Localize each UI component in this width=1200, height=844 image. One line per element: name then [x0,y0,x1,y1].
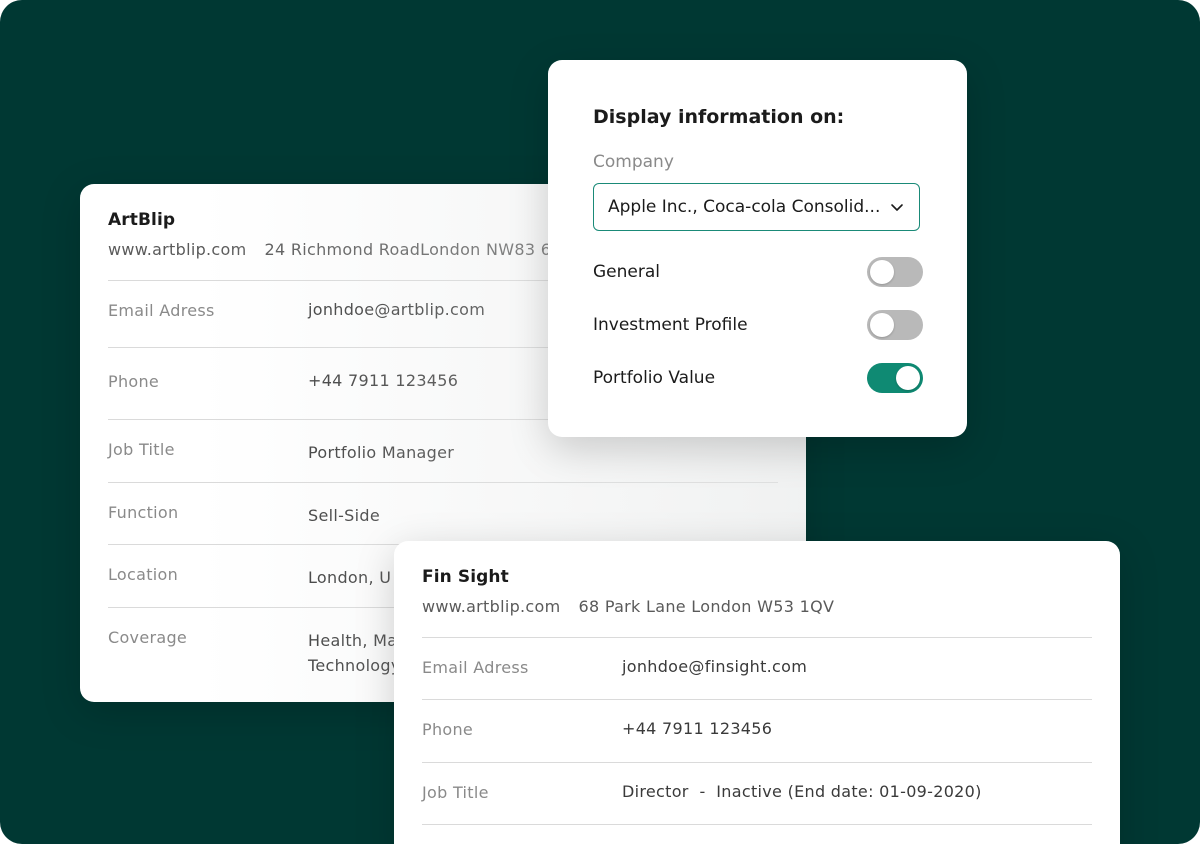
row-label: Phone [422,720,474,739]
row-value-line2: Technology [308,656,401,675]
info-row-phone: Phone +44 7911 123456 [422,699,1092,763]
row-label: Location [108,565,179,584]
row-value: Portfolio Manager [308,443,455,462]
toggle-knob [896,366,920,390]
background-panel: ArtBlip www.artblip.com 24 Richmond RoadL… [0,0,1200,844]
contact-card-finsight: Fin Sight www.artblip.com 68 Park Lane Lo… [394,541,1120,844]
row-label: Coverage [108,628,188,647]
company-select[interactable]: Apple Inc., Coca-cola Consolid... [593,183,920,231]
info-row-job-title: Job Title Director - Inactive (End date:… [422,762,1092,826]
row-label: Job Title [422,783,489,802]
row-value: Health, Ma [308,631,398,650]
info-row-function: Function Sell-Side [108,482,778,545]
company-address: 24 Richmond RoadLondon NW83 6 [264,240,552,259]
option-label: General [593,262,660,282]
row-label: Phone [108,372,160,391]
popover-title: Display information on: [593,106,845,128]
portfolio-value-toggle[interactable] [867,363,923,393]
row-label: Job Title [108,440,175,459]
company-website: www.artblip.com [422,597,561,616]
row-value: London, U [308,568,392,587]
display-info-popover: Display information on: Company Apple In… [548,60,967,437]
company-meta: www.artblip.com 24 Richmond RoadLondon NW… [108,240,551,259]
company-address: 68 Park Lane London W53 1QV [578,597,835,616]
info-row-email: Email Adress jonhdoe@finsight.com [422,637,1092,700]
row-label: Email Adress [422,658,529,677]
row-divider [422,824,1092,826]
company-name: ArtBlip [108,210,176,230]
company-meta: www.artblip.com 68 Park Lane London W53 1… [422,597,834,616]
company-name: Fin Sight [422,567,509,587]
option-portfolio-value: Portfolio Value [593,363,923,393]
row-value: Sell-Side [308,506,380,525]
investment-profile-toggle[interactable] [867,310,923,340]
row-label: Function [108,503,179,522]
chevron-down-icon [891,204,903,211]
company-label: Company [593,152,674,172]
option-investment-profile: Investment Profile [593,310,923,340]
row-label: Email Adress [108,301,215,320]
option-label: Portfolio Value [593,368,716,388]
company-select-value: Apple Inc., Coca-cola Consolid... [608,197,881,217]
toggle-knob [870,313,894,337]
toggle-knob [870,260,894,284]
general-toggle[interactable] [867,257,923,287]
company-website: www.artblip.com [108,240,247,259]
row-value: jonhdoe@artblip.com [308,300,486,319]
row-value: +44 7911 123456 [308,371,459,390]
row-value: +44 7911 123456 [622,719,773,738]
option-general: General [593,257,923,287]
option-label: Investment Profile [593,315,748,335]
row-value: Director - Inactive (End date: 01-09-202… [622,782,982,801]
row-value: jonhdoe@finsight.com [622,657,808,676]
